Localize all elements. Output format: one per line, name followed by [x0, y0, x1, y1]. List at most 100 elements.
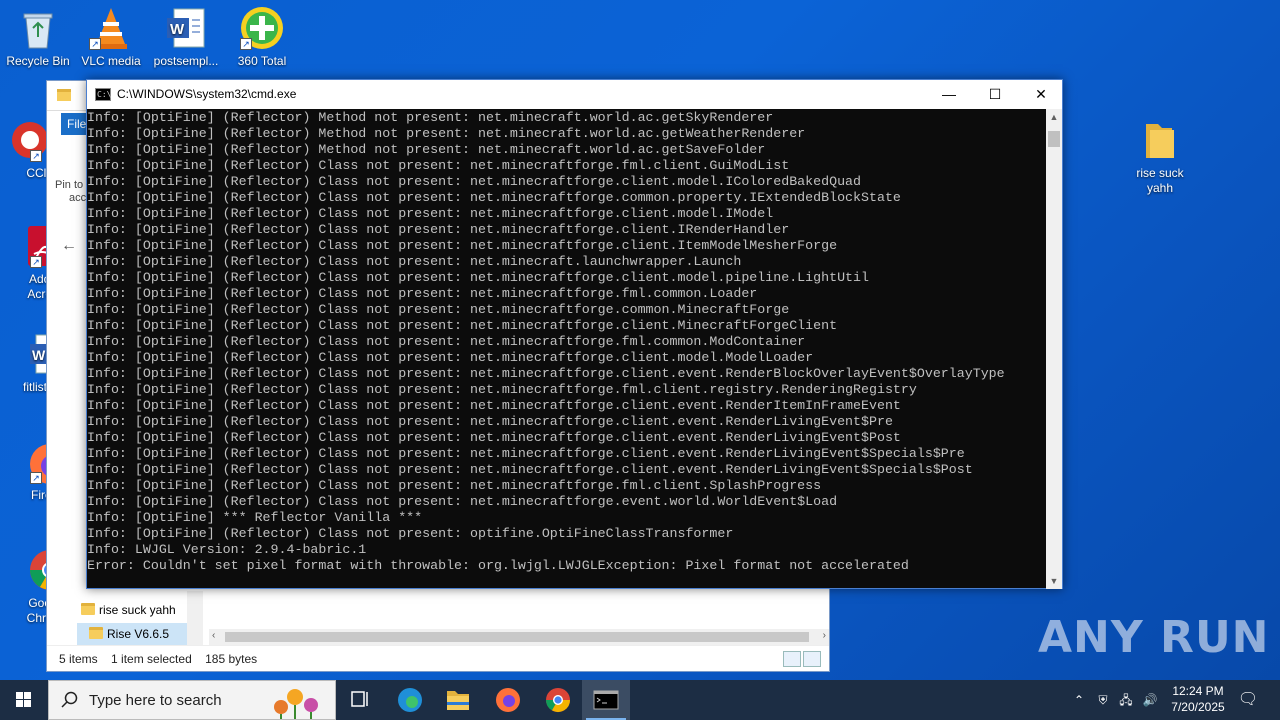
scrollbar-thumb[interactable]	[225, 632, 809, 642]
close-button[interactable]: ✕	[1018, 80, 1064, 109]
console-line: Error: Couldn't set pixel format with th…	[87, 558, 909, 573]
console-line: Info: [OptiFine] (Reflector) Class not p…	[87, 398, 901, 413]
details-view-icon[interactable]	[783, 651, 801, 667]
console-line: Info: [OptiFine] (Reflector) Class not p…	[87, 382, 917, 397]
view-toggle[interactable]	[781, 650, 823, 668]
360-total-security-desktop-icon[interactable]: ↗ 360 Total	[224, 6, 300, 68]
cmd-window[interactable]: C:\ C:\WINDOWS\system32\cmd.exe — ☐ ✕ In…	[86, 79, 1063, 589]
console-line: Info: [OptiFine] (Reflector) Class not p…	[87, 430, 901, 445]
console-line: Info: [OptiFine] (Reflector) Class not p…	[87, 174, 862, 189]
vlc-label: VLC media	[81, 54, 141, 68]
scroll-down-icon[interactable]: ▼	[1046, 573, 1062, 589]
maximize-button[interactable]: ☐	[972, 80, 1018, 109]
large-icons-view-icon[interactable]	[803, 651, 821, 667]
folder-icon	[57, 89, 71, 101]
taskbar: Type here to search ⌃ ⛨ 🖧 🔊 12:24 PM 7/2…	[0, 680, 1280, 720]
pin-to-quick-access-label[interactable]: Pin to	[55, 179, 83, 191]
recycle-bin-icon	[16, 6, 60, 50]
volume-icon[interactable]: 🔊	[1140, 680, 1160, 720]
console-line: Info: [OptiFine] (Reflector) Class not p…	[87, 334, 806, 349]
rise-suck-yahh-folder-desktop-icon[interactable]: rise suck yahh	[1122, 118, 1198, 196]
console-line: Info: [OptiFine] (Reflector) Class not p…	[87, 462, 973, 477]
console-line: Info: [OptiFine] (Reflector) Class not p…	[87, 318, 838, 333]
console-line: Info: [OptiFine] (Reflector) Class not p…	[87, 494, 838, 509]
selection-size: 185 bytes	[205, 652, 258, 666]
console-icon	[593, 690, 619, 710]
search-icon	[61, 691, 78, 708]
word-document-icon: W	[6, 332, 63, 376]
taskbar-search-box[interactable]: Type here to search	[48, 680, 336, 720]
anyrun-watermark: ANY RUN	[1038, 612, 1270, 663]
nav-item-rise-suck-yahh[interactable]: rise suck yahh	[77, 599, 187, 621]
search-highlight-flowers-icon	[274, 689, 318, 719]
console-output[interactable]: Info: [OptiFine] (Reflector) Method not …	[87, 109, 1047, 589]
folder-icon	[81, 603, 95, 615]
console-line: Info: [OptiFine] (Reflector) Method not …	[87, 110, 774, 125]
minimize-button[interactable]: —	[926, 80, 972, 109]
firefox-taskbar-button[interactable]	[484, 680, 532, 720]
shortcut-arrow-icon: ↗	[30, 150, 42, 162]
windows-logo-icon	[16, 692, 31, 707]
console-line: Info: [OptiFine] (Reflector) Class not p…	[87, 350, 814, 365]
console-scrollbar[interactable]: ▲ ▼	[1046, 109, 1062, 589]
console-line: Info: [OptiFine] (Reflector) Class not p…	[87, 446, 965, 461]
edge-taskbar-button[interactable]	[386, 680, 434, 720]
scroll-left-icon[interactable]: ‹	[212, 630, 215, 641]
task-view-icon	[351, 691, 368, 707]
file-explorer-taskbar-button[interactable]	[434, 680, 482, 720]
back-arrow-icon[interactable]: ←	[61, 237, 77, 255]
console-line: Info: [OptiFine] (Reflector) Class not p…	[87, 526, 734, 541]
scroll-up-icon[interactable]: ▲	[1046, 109, 1062, 125]
svg-text:W: W	[170, 21, 185, 38]
console-line: Info: [OptiFine] (Reflector) Class not p…	[87, 366, 1005, 381]
rise-suck-label-line2: yahh	[1146, 181, 1174, 195]
horizontal-scrollbar[interactable]: ‹ ›	[209, 629, 829, 645]
console-app-icon: C:\	[95, 88, 112, 101]
clock[interactable]: 12:24 PM 7/20/2025	[1162, 683, 1234, 715]
console-line: Info: [OptiFine] (Reflector) Class not p…	[87, 190, 901, 205]
task-view-button[interactable]	[336, 680, 384, 720]
console-line: Info: [OptiFine] (Reflector) Class not p…	[87, 238, 838, 253]
nav-item-rise-v665[interactable]: Rise V6.6.5	[77, 623, 187, 645]
word-document-icon: W	[164, 6, 208, 50]
chrome-icon	[546, 688, 570, 713]
cmd-title-bar[interactable]: C:\ C:\WINDOWS\system32\cmd.exe — ☐ ✕	[87, 80, 1062, 109]
shortcut-arrow-icon: ↗	[30, 256, 42, 268]
defender-icon[interactable]: ⛨	[1094, 680, 1112, 720]
console-line: Info: [OptiFine] (Reflector) Method not …	[87, 142, 766, 157]
console-line: Info: LWJGL Version: 2.9.4-babric.1	[87, 542, 367, 557]
cmd-window-title: C:\WINDOWS\system32\cmd.exe	[117, 87, 297, 101]
show-hidden-icons-button[interactable]: ⌃	[1070, 680, 1088, 720]
console-line: Info: [OptiFine] (Reflector) Class not p…	[87, 158, 790, 173]
console-line: Info: [OptiFine] (Reflector) Class not p…	[87, 270, 869, 285]
word-doc-label: postsempl...	[153, 54, 219, 68]
item-count: 5 items	[59, 652, 98, 666]
network-icon[interactable]: 🖧	[1116, 680, 1136, 720]
scrollbar-thumb[interactable]	[1048, 131, 1060, 147]
edge-icon	[398, 688, 422, 712]
notifications-icon[interactable]: 🗨	[1234, 680, 1262, 720]
console-line: Info: [OptiFine] (Reflector) Class not p…	[87, 206, 774, 221]
folder-icon	[89, 627, 103, 639]
console-line: Info: [OptiFine] (Reflector) Method not …	[87, 126, 806, 141]
shortcut-arrow-icon: ↗	[240, 38, 252, 50]
clock-date: 7/20/2025	[1171, 700, 1225, 714]
shortcut-arrow-icon: ↗	[30, 472, 42, 484]
recycle-bin-desktop-icon[interactable]: Recycle Bin	[0, 6, 76, 69]
vlc-desktop-icon[interactable]: ↗ VLC media	[73, 6, 149, 69]
shortcut-arrow-icon: ↗	[89, 38, 101, 50]
cmd-taskbar-button[interactable]	[582, 680, 630, 720]
start-button[interactable]	[0, 680, 48, 720]
folder-icon	[447, 691, 469, 710]
console-line: Info: [OptiFine] (Reflector) Class not p…	[87, 286, 758, 301]
console-line: Info: [OptiFine] *** Reflector Vanilla *…	[87, 510, 423, 525]
plus-shield-icon: ↗	[240, 6, 284, 50]
console-line: Info: [OptiFine] (Reflector) Class not p…	[87, 414, 893, 429]
word-doc-desktop-icon[interactable]: W postsempl...	[148, 6, 224, 69]
adobe-acrobat-icon: ↗	[6, 224, 64, 268]
chrome-taskbar-button[interactable]	[534, 680, 582, 720]
scroll-right-icon[interactable]: ›	[823, 630, 826, 641]
ccleaner-icon: ↗	[6, 118, 50, 162]
clock-time: 12:24 PM	[1172, 684, 1224, 698]
firefox-icon	[496, 688, 520, 712]
